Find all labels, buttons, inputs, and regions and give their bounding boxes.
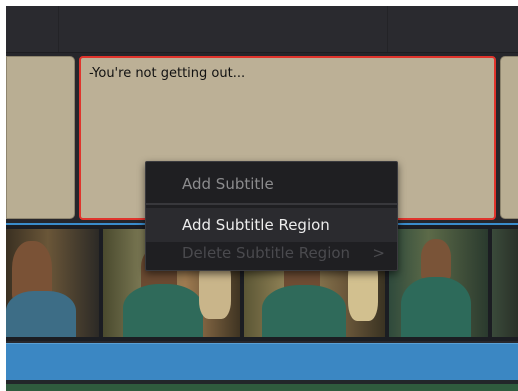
ruler-tick (58, 6, 59, 52)
subtitle-clip[interactable] (6, 56, 75, 219)
submenu-arrow-icon: > (372, 244, 385, 262)
audio-track[interactable] (6, 343, 518, 380)
menu-item-delete-subtitle-region[interactable]: Delete Subtitle Region > (146, 236, 397, 270)
timeline-ruler[interactable] (6, 6, 518, 53)
video-thumbnail[interactable] (6, 229, 99, 337)
menu-item-label: Add Subtitle Region (182, 216, 330, 234)
subtitle-clip[interactable] (500, 56, 518, 219)
menu-item-label: Delete Subtitle Region (182, 244, 351, 262)
menu-item-add-subtitle[interactable]: Add Subtitle (146, 167, 397, 201)
ruler-tick (387, 6, 388, 52)
video-thumbnail[interactable] (389, 229, 488, 337)
menu-divider (146, 203, 397, 205)
bottom-track (6, 380, 518, 391)
subtitle-clip-text: -You're not getting out... (89, 66, 246, 81)
video-thumbnail[interactable] (492, 229, 518, 337)
audio-clip-bar[interactable] (6, 384, 518, 391)
timeline-panel: -You're not getting out... Add Subtitle … (6, 6, 518, 391)
context-menu: Add Subtitle Add Subtitle Region Delete … (145, 161, 398, 271)
menu-item-label: Add Subtitle (182, 175, 274, 193)
